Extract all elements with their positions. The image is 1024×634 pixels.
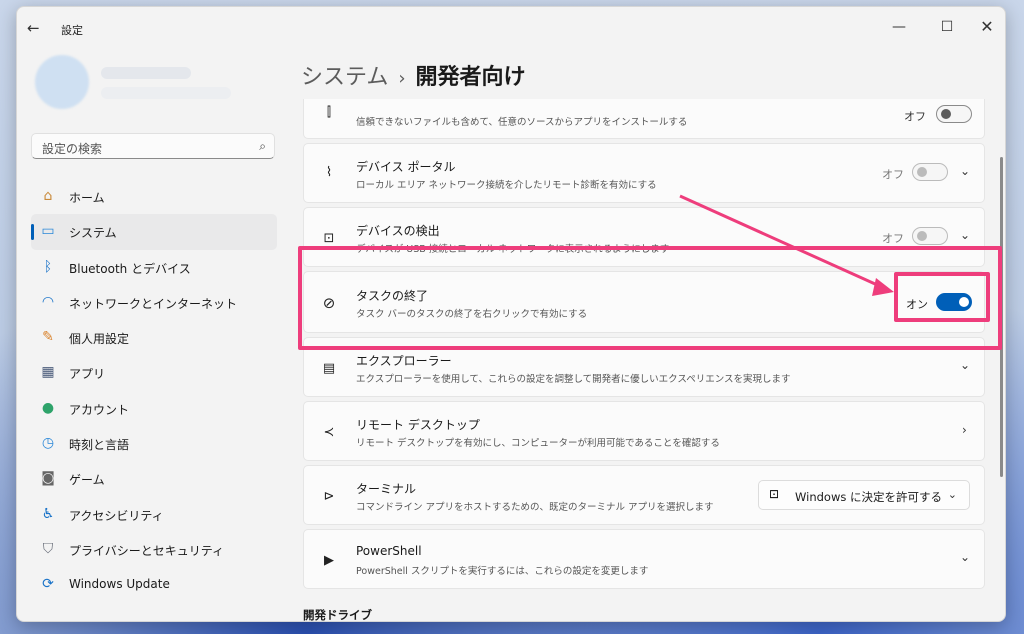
sidebar-item-label: ネットワークとインターネット — [69, 296, 238, 311]
breadcrumb-parent[interactable]: システム — [301, 65, 388, 90]
user-profile[interactable] — [29, 53, 279, 113]
sidebar-nav: ⌂ ホーム ▭ システム ᛒ Bluetooth とデバイス ◠ ネットワークと… — [31, 179, 277, 603]
gamepad-icon: ◙ — [41, 470, 55, 487]
maximize-button[interactable]: ☐ — [927, 13, 967, 41]
sidebar-item-bluetooth[interactable]: ᛒ Bluetooth とデバイス — [31, 250, 277, 285]
breadcrumb-separator: › — [398, 68, 406, 89]
sidebar-item-label: Bluetooth とデバイス — [69, 261, 191, 276]
device-portal-card[interactable]: ⌇ デバイス ポータル ローカル エリア ネットワーク接続を介したリモート診断を… — [303, 143, 985, 203]
sidebar-item-label: Windows Update — [69, 577, 170, 592]
developer-mode-card[interactable]: ⫿ 信頼できないファイルも含めて、任意のソースからアプリをインストールする オフ — [303, 99, 985, 139]
powershell-card[interactable]: ▶ PowerShell PowerShell スクリプトを実行するには、これら… — [303, 529, 985, 589]
card-description: リモート デスクトップを有効にし、コンピューターが利用可能であることを確認する — [356, 438, 720, 449]
chevron-down-icon[interactable]: ⌄ — [960, 164, 970, 178]
developer-tools-icon: ⫿ — [326, 105, 332, 120]
pulse-icon: ⌇ — [325, 165, 333, 180]
sidebar-item-apps[interactable]: ▦ アプリ — [31, 355, 277, 390]
person-icon: ● — [41, 399, 55, 416]
arrow-left-icon: ← — [27, 19, 40, 37]
sidebar-item-label: アプリ — [69, 367, 106, 382]
page-title: 開発者向け — [415, 65, 526, 90]
terminal-app-dropdown[interactable]: ⊡ Windows に決定を許可する ⌄ — [758, 480, 970, 510]
card-title: デバイス ポータル — [356, 160, 456, 174]
chevron-down-icon[interactable]: ⌄ — [960, 358, 970, 372]
card-description: コマンドライン アプリをホストするための、既定のターミナル アプリを選択します — [356, 502, 714, 513]
window-title: 設定 — [61, 24, 83, 37]
monitor-icon: ▭ — [41, 223, 55, 240]
sidebar-item-personalization[interactable]: ✎ 個人用設定 — [31, 320, 277, 355]
settings-search-input[interactable]: 設定の検索 ⌕ — [31, 133, 275, 159]
remote-desktop-card[interactable]: ≺ リモート デスクトップ リモート デスクトップを有効にし、コンピューターが利… — [303, 401, 985, 461]
sidebar-item-accounts[interactable]: ● アカウント — [31, 391, 277, 426]
profile-name-blurred — [101, 67, 191, 79]
toggle-state-label: オフ — [882, 232, 904, 245]
apps-icon: ▦ — [41, 364, 55, 381]
minimize-button[interactable]: — — [879, 13, 919, 41]
powershell-icon: ▶ — [324, 553, 334, 568]
card-description: エクスプローラーを使用して、これらの設定を調整して開発者に優しいエクスペリエンス… — [356, 374, 791, 385]
brush-icon: ✎ — [42, 329, 54, 346]
shield-icon: ⛉ — [42, 540, 54, 557]
sidebar-item-label: 個人用設定 — [69, 332, 130, 347]
avatar — [35, 55, 89, 109]
sidebar-item-accessibility[interactable]: ♿ アクセシビリティ — [31, 497, 277, 532]
sidebar-item-label: 時刻と言語 — [69, 438, 130, 453]
section-heading-dev-drive: 開発ドライブ — [303, 608, 372, 622]
terminal-app-icon: ⊡ — [769, 487, 780, 501]
toggle-state-label: オフ — [882, 168, 904, 181]
settings-content: ⫿ 信頼できないファイルも含めて、任意のソースからアプリをインストールする オフ… — [301, 99, 991, 622]
card-description: PowerShell スクリプトを実行するには、これらの設定を変更します — [356, 566, 649, 577]
sidebar-item-label: アカウント — [69, 402, 130, 417]
card-title: エクスプローラー — [356, 354, 452, 368]
card-title: PowerShell — [356, 544, 422, 558]
sidebar-item-label: ホーム — [69, 191, 105, 205]
remote-desktop-icon: ≺ — [323, 425, 335, 440]
sidebar-item-privacy[interactable]: ⛉ プライバシーとセキュリティ — [31, 532, 277, 567]
card-title: デバイスの検出 — [356, 224, 440, 238]
sidebar-item-gaming[interactable]: ◙ ゲーム — [31, 461, 277, 496]
chevron-down-icon[interactable]: ⌄ — [960, 228, 970, 242]
folder-icon: ▤ — [322, 361, 336, 376]
device-discovery-toggle[interactable] — [912, 227, 948, 245]
toggle-state-label: オフ — [904, 110, 926, 123]
sidebar-item-network[interactable]: ◠ ネットワークとインターネット — [31, 285, 277, 320]
terminal-card: ⊳ ターミナル コマンドライン アプリをホストするための、既定のターミナル アプ… — [303, 465, 985, 525]
close-button[interactable]: ✕ — [967, 13, 1005, 41]
bluetooth-icon: ᛒ — [43, 258, 53, 275]
accessibility-icon: ♿ — [41, 505, 55, 522]
chevron-right-icon[interactable]: › — [962, 423, 967, 437]
sidebar-item-label: システム — [69, 226, 117, 241]
breadcrumb: システム › 開発者向け — [301, 59, 526, 91]
terminal-icon: ⊳ — [323, 489, 335, 504]
sidebar-item-label: プライバシーとセキュリティ — [69, 543, 225, 558]
sidebar-item-label: ゲーム — [69, 473, 105, 488]
card-title: リモート デスクトップ — [356, 418, 480, 432]
developer-mode-toggle[interactable] — [936, 105, 972, 123]
card-description: ローカル エリア ネットワーク接続を介したリモート診断を有効にする — [356, 180, 657, 191]
update-icon: ⟳ — [42, 576, 54, 593]
profile-email-blurred — [101, 87, 231, 99]
search-icon: ⌕ — [259, 139, 266, 153]
sidebar-item-home[interactable]: ⌂ ホーム — [31, 179, 277, 214]
chevron-down-icon[interactable]: ⌄ — [960, 550, 970, 564]
search-placeholder: 設定の検索 — [42, 142, 103, 156]
sidebar-item-time-language[interactable]: ◷ 時刻と言語 — [31, 426, 277, 461]
device-portal-toggle[interactable] — [912, 163, 948, 181]
title-bar: ← 設定 — ☐ ✕ — [17, 7, 1005, 47]
home-icon: ⌂ — [43, 188, 53, 204]
wifi-icon: ◠ — [41, 293, 55, 310]
dropdown-selected-value: Windows に決定を許可する — [795, 490, 942, 504]
card-description: 信頼できないファイルも含めて、任意のソースからアプリをインストールする — [356, 117, 688, 128]
chevron-down-icon: ⌄ — [947, 488, 957, 501]
sidebar-item-label: アクセシビリティ — [69, 508, 164, 523]
sidebar-item-system[interactable]: ▭ システム — [31, 214, 277, 250]
sidebar-item-windows-update[interactable]: ⟳ Windows Update — [31, 567, 277, 602]
back-button[interactable]: ← — [27, 19, 49, 37]
card-title: ターミナル — [356, 482, 417, 496]
globe-clock-icon: ◷ — [41, 435, 55, 452]
annotation-highlight-toggle — [894, 272, 990, 322]
